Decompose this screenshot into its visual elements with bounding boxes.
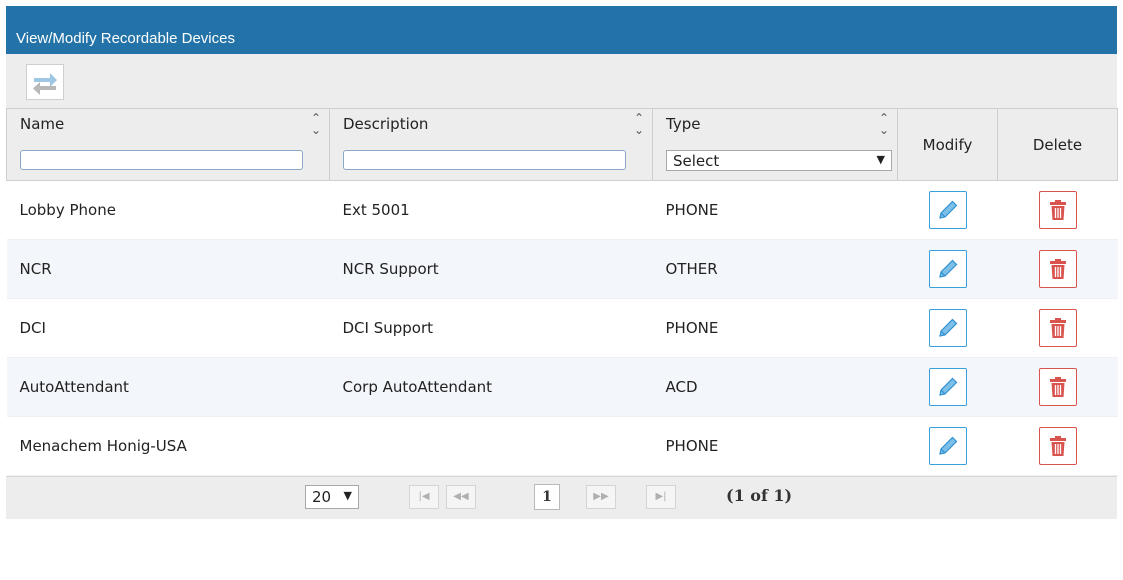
cell-type: OTHER — [652, 239, 898, 299]
trash-icon — [1049, 200, 1066, 220]
table-row[interactable]: Lobby Phone Ext 5001 PHONE — [6, 180, 1118, 240]
last-page-button[interactable]: ▶| — [646, 485, 676, 509]
delete-button[interactable] — [1038, 250, 1077, 288]
column-type[interactable]: Type ⌃ ⌄ Select ▼ — [652, 108, 898, 181]
table-header-row: Name ⌃ ⌄ Description ⌃ ⌄ Type ⌃ ⌄ Select ▼ — [6, 108, 1118, 181]
column-delete: Delete — [997, 108, 1118, 181]
table-row[interactable]: AutoAttendant Corp AutoAttendant ACD — [6, 357, 1118, 417]
edit-button[interactable] — [928, 250, 967, 288]
cell-delete — [997, 180, 1118, 240]
cell-description — [329, 416, 653, 476]
rows-per-page-select[interactable]: 20 ▼ — [305, 485, 359, 509]
delete-button[interactable] — [1038, 309, 1077, 347]
paginator: 20 ▼ |◀ ◀◀ 1 ▶▶ ▶| (1 of 1) — [6, 476, 1117, 519]
cell-name: AutoAttendant — [6, 357, 330, 417]
next-page-button[interactable]: ▶▶ — [586, 485, 616, 509]
page-info: (1 of 1) — [726, 486, 793, 505]
pencil-icon — [938, 259, 957, 278]
pencil-icon — [938, 377, 957, 396]
table-row[interactable]: Menachem Honig-USA PHONE — [6, 416, 1118, 476]
first-page-button[interactable]: |◀ — [409, 485, 439, 509]
trash-icon — [1049, 318, 1066, 338]
column-modify: Modify — [897, 108, 998, 181]
toolbar — [6, 54, 1117, 108]
rows-per-page-value: 20 — [312, 488, 332, 506]
table-row[interactable]: DCI DCI Support PHONE — [6, 298, 1118, 358]
delete-button[interactable] — [1038, 368, 1077, 406]
cell-name: Lobby Phone — [6, 180, 330, 240]
swap-arrows-icon — [33, 73, 57, 95]
column-description-label: Description — [343, 115, 429, 133]
swap-button[interactable] — [26, 64, 64, 100]
edit-button[interactable] — [928, 309, 967, 347]
cell-type: PHONE — [652, 180, 898, 240]
pencil-icon — [938, 318, 957, 337]
trash-icon — [1049, 436, 1066, 456]
sort-icon[interactable]: ⌃ ⌄ — [311, 112, 321, 136]
sort-icon[interactable]: ⌃ ⌄ — [634, 112, 644, 136]
cell-name: NCR — [6, 239, 330, 299]
page-number-button[interactable]: 1 — [534, 484, 560, 510]
dropdown-arrow-icon: ▼ — [343, 489, 352, 502]
trash-icon — [1049, 377, 1066, 397]
delete-button[interactable] — [1038, 427, 1077, 465]
table-body: Lobby Phone Ext 5001 PHONE NCR NCR Support OT… — [6, 180, 1118, 476]
cell-type: PHONE — [652, 416, 898, 476]
column-description[interactable]: Description ⌃ ⌄ — [329, 108, 653, 181]
dropdown-arrow-icon: ▼ — [876, 153, 885, 166]
pencil-icon — [938, 436, 957, 455]
cell-delete — [997, 357, 1118, 417]
type-filter-select[interactable]: Select ▼ — [666, 150, 892, 171]
devices-panel: View/Modify Recordable Devices Name ⌃ ⌄ D… — [6, 6, 1118, 578]
cell-modify — [897, 298, 998, 358]
edit-button[interactable] — [928, 191, 967, 229]
panel-title: View/Modify Recordable Devices — [6, 6, 1117, 54]
cell-name: Menachem Honig-USA — [6, 416, 330, 476]
name-filter-input[interactable] — [20, 150, 303, 170]
pencil-icon — [938, 200, 957, 219]
cell-type: PHONE — [652, 298, 898, 358]
cell-name: DCI — [6, 298, 330, 358]
column-name-label: Name — [20, 115, 65, 133]
cell-delete — [997, 239, 1118, 299]
cell-description: Corp AutoAttendant — [329, 357, 653, 417]
edit-button[interactable] — [928, 368, 967, 406]
trash-icon — [1049, 259, 1066, 279]
cell-description: Ext 5001 — [329, 180, 653, 240]
cell-description: NCR Support — [329, 239, 653, 299]
column-type-label: Type — [666, 115, 701, 133]
table-row[interactable]: NCR NCR Support OTHER — [6, 239, 1118, 299]
cell-modify — [897, 180, 998, 240]
cell-description: DCI Support — [329, 298, 653, 358]
cell-modify — [897, 416, 998, 476]
cell-delete — [997, 298, 1118, 358]
cell-delete — [997, 416, 1118, 476]
devices-table: Name ⌃ ⌄ Description ⌃ ⌄ Type ⌃ ⌄ Select ▼ — [6, 108, 1118, 476]
column-name[interactable]: Name ⌃ ⌄ — [6, 108, 330, 181]
description-filter-input[interactable] — [343, 150, 626, 170]
sort-icon[interactable]: ⌃ ⌄ — [879, 112, 889, 136]
cell-modify — [897, 239, 998, 299]
cell-modify — [897, 357, 998, 417]
type-select-value: Select — [673, 152, 720, 170]
prev-page-button[interactable]: ◀◀ — [446, 485, 476, 509]
delete-button[interactable] — [1038, 191, 1077, 229]
edit-button[interactable] — [928, 427, 967, 465]
cell-type: ACD — [652, 357, 898, 417]
